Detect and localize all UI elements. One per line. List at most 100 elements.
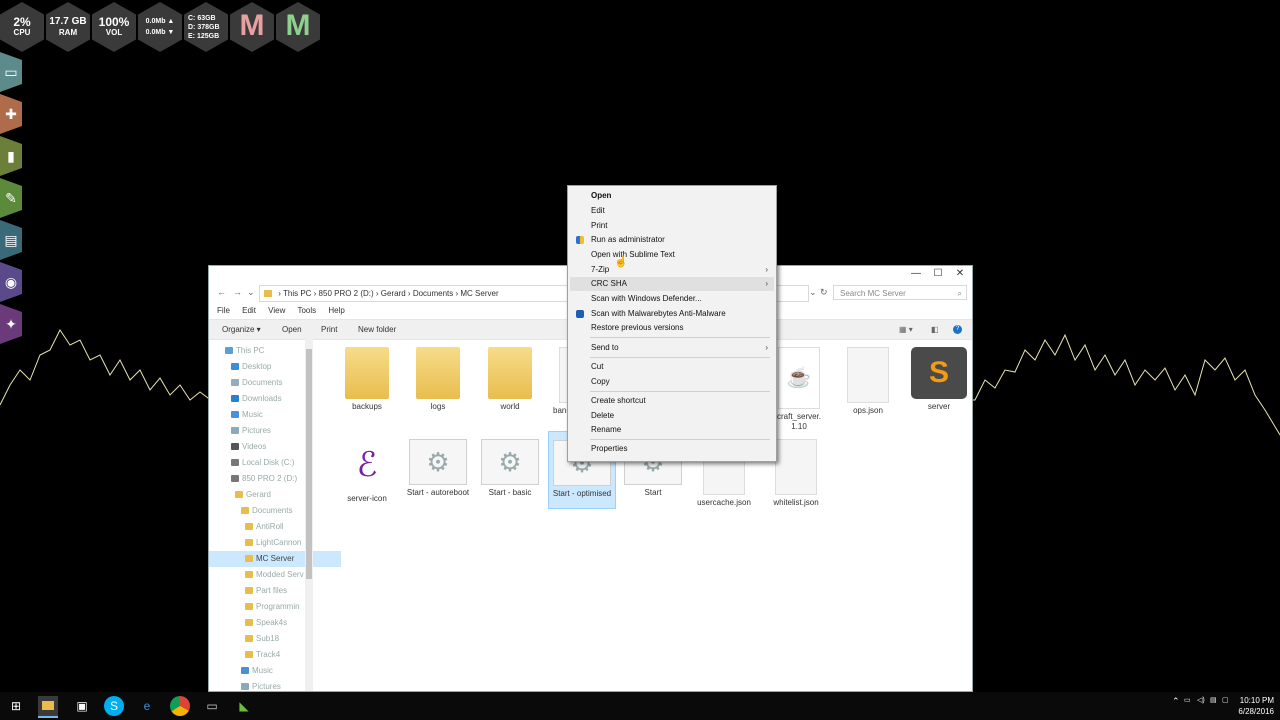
film-icon[interactable]: ▤ <box>0 220 22 260</box>
menu-separator <box>590 439 770 440</box>
menu-item-cut[interactable]: Cut <box>570 360 774 374</box>
breadcrumb-mc-server[interactable]: MC Server <box>460 289 498 298</box>
videos-icon <box>231 443 239 450</box>
menu-item-open[interactable]: Open <box>570 189 774 203</box>
breadcrumb-documents[interactable]: Documents <box>413 289 453 298</box>
menu-item-scan-defender[interactable]: Scan with Windows Defender... <box>570 292 774 306</box>
volume-icon[interactable]: ◁) <box>1197 696 1205 704</box>
print-button[interactable]: Print <box>321 320 337 339</box>
camera-icon[interactable]: ◉ <box>0 262 22 302</box>
preview-pane-icon[interactable]: ◧ <box>931 320 939 339</box>
skype-icon[interactable]: S <box>104 696 124 716</box>
folder-icon <box>488 347 532 399</box>
menu-item-rename[interactable]: Rename <box>570 423 774 437</box>
drives-widget[interactable]: C: 63GB D: 378GB E: 125GB <box>184 2 228 52</box>
edit-icon[interactable]: ✎ <box>0 178 22 218</box>
folder-icon <box>235 491 243 498</box>
taskbar-clock[interactable]: 10:10 PM 6/28/2016 <box>1238 695 1274 717</box>
ram-widget[interactable]: 17.7 GB RAM <box>46 2 90 52</box>
file-item[interactable]: ℰ server-icon <box>334 439 400 504</box>
search-input[interactable]: Search MC Server ⌕ <box>833 285 967 300</box>
menu-item-copy[interactable]: Copy <box>570 375 774 389</box>
edge-icon[interactable]: e <box>137 696 157 716</box>
path-dropdown-icon[interactable]: ⌄ <box>809 287 817 298</box>
gmail-widget-1[interactable]: M <box>230 2 274 52</box>
menu-item-open-with-sublime[interactable]: Open with Sublime Text <box>570 248 774 262</box>
store-icon[interactable]: ▣ <box>72 696 92 716</box>
minimize-icon[interactable]: — <box>906 268 926 279</box>
open-button[interactable]: Open <box>282 320 302 339</box>
menu-file[interactable]: File <box>217 306 230 315</box>
folder-icon <box>245 539 253 546</box>
breadcrumb-gerard[interactable]: Gerard <box>381 289 406 298</box>
menu-tools[interactable]: Tools <box>297 306 316 315</box>
menu-item-edit[interactable]: Edit <box>570 204 774 218</box>
breadcrumb-this-pc[interactable]: This PC <box>283 289 311 298</box>
view-options-icon[interactable]: ▦ ▾ <box>899 320 913 339</box>
organize-button[interactable]: Organize ▾ <box>222 320 261 339</box>
menu-item-properties[interactable]: Properties <box>570 442 774 456</box>
action-center-icon[interactable]: ▢ <box>1222 696 1229 704</box>
file-item[interactable]: logs <box>405 347 471 412</box>
pictures-icon <box>231 427 239 434</box>
help-icon[interactable]: ? <box>953 325 962 334</box>
notification-icon[interactable]: ▤ <box>1210 696 1217 704</box>
menu-item-run-as-admin[interactable]: Run as administrator <box>570 233 774 247</box>
office-icon[interactable]: ▮ <box>0 136 22 176</box>
terminal-icon[interactable]: ▭ <box>202 696 222 716</box>
menu-item-send-to[interactable]: Send to › <box>570 341 774 355</box>
music-icon <box>241 667 249 674</box>
minecraft-server-icon[interactable]: ◣ <box>234 696 254 716</box>
back-icon[interactable]: ← <box>217 287 226 297</box>
gmail-widget-2[interactable]: M <box>276 2 320 52</box>
scrollbar-thumb[interactable] <box>306 349 312 579</box>
menu-item-restore-versions[interactable]: Restore previous versions <box>570 321 774 335</box>
menu-item-7zip[interactable]: 7-Zip › <box>570 263 774 277</box>
cpu-widget[interactable]: 2% CPU <box>0 2 44 52</box>
drive-d-value: D: 378GB <box>188 24 220 31</box>
file-item[interactable]: world <box>477 347 543 412</box>
music-icon <box>231 411 239 418</box>
file-item[interactable]: ☕ craft_server. 1.10 <box>775 347 823 432</box>
network-icon[interactable]: ▭ <box>1184 696 1191 704</box>
folder-icon <box>241 507 249 514</box>
recent-chevron-icon[interactable]: ⌄ <box>247 287 255 298</box>
menu-item-print[interactable]: Print <box>570 219 774 233</box>
menu-help[interactable]: Help <box>328 306 344 315</box>
refresh-icon[interactable]: ↻ <box>820 287 828 298</box>
menu-item-delete[interactable]: Delete <box>570 409 774 423</box>
breadcrumb-drive[interactable]: 850 PRO 2 (D:) <box>319 289 374 298</box>
file-item[interactable]: S server <box>906 347 972 412</box>
volume-widget[interactable]: 100% VOL <box>92 2 136 52</box>
chrome-icon[interactable] <box>170 696 190 716</box>
menu-separator <box>590 357 770 358</box>
network-widget[interactable]: 0.0Mb ▲ 0.0Mb ▼ <box>138 2 182 52</box>
start-windows-icon[interactable]: ⊞ <box>6 696 26 716</box>
close-icon[interactable]: ✕ <box>950 268 970 279</box>
file-item[interactable]: ⚙ Start - autoreboot <box>405 439 471 498</box>
image-icon: ℰ <box>345 439 389 491</box>
gmail-icon: M <box>239 9 265 42</box>
file-explorer-icon[interactable] <box>38 696 58 718</box>
folder-icon <box>245 555 253 562</box>
menu-edit[interactable]: Edit <box>242 306 256 315</box>
menu-view[interactable]: View <box>268 306 285 315</box>
file-item[interactable]: backups <box>334 347 400 412</box>
menu-item-create-shortcut[interactable]: Create shortcut <box>570 394 774 408</box>
chevron-right-icon: › <box>765 343 768 352</box>
file-item[interactable]: ⚙ Start - basic <box>477 439 543 498</box>
folder-icon <box>245 635 253 642</box>
clock-time: 10:10 PM <box>1239 696 1274 705</box>
nav-scrollbar[interactable] <box>305 339 313 691</box>
menu-item-scan-malwarebytes[interactable]: Scan with Malwarebytes Anti-Malware <box>570 307 774 321</box>
forward-icon[interactable]: → <box>233 287 242 297</box>
folder-icon <box>245 587 253 594</box>
monitor-icon[interactable]: ▭ <box>0 52 22 92</box>
file-item[interactable]: ops.json <box>835 347 901 416</box>
new-folder-button[interactable]: New folder <box>358 320 396 339</box>
tray-chevron-up-icon[interactable]: ⌃ <box>1172 696 1180 707</box>
medkit-icon[interactable]: ✚ <box>0 94 22 134</box>
folder-icon <box>416 347 460 399</box>
maximize-icon[interactable]: ☐ <box>928 268 948 279</box>
menu-item-crc-sha[interactable]: CRC SHA › <box>570 277 774 291</box>
